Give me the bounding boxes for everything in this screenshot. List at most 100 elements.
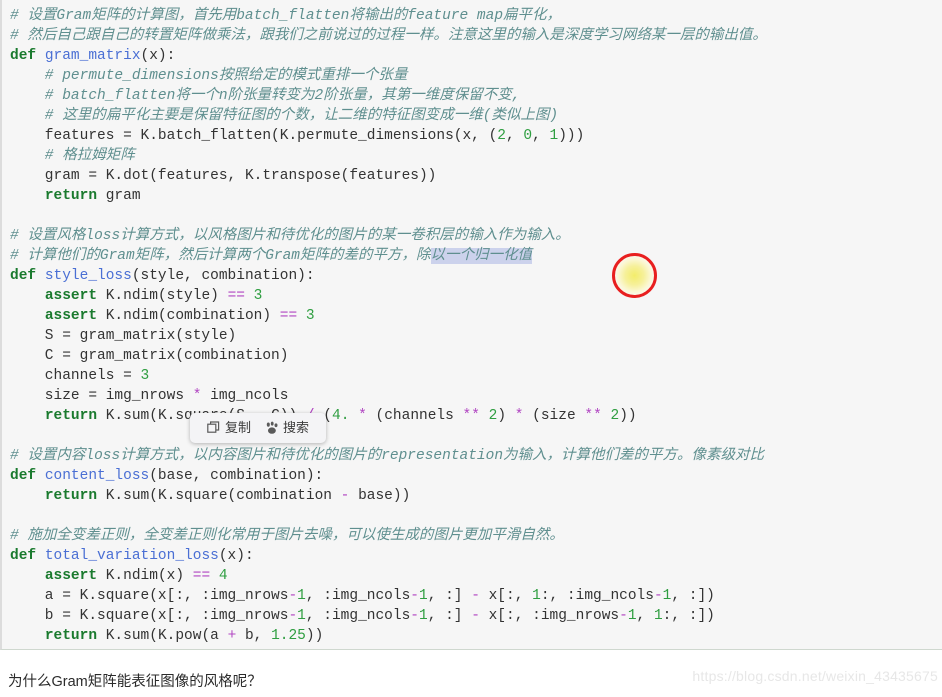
code-line: S = gram_matrix(style) bbox=[10, 326, 942, 346]
code-token: gram = K.dot(features, K.transpose(featu… bbox=[10, 168, 437, 184]
click-marker-annotation bbox=[612, 253, 657, 298]
code-line: def gram_matrix(x): bbox=[10, 46, 942, 66]
code-token: # batch_flatten将一个n阶张量转变为2阶张量，其第一维度保留不变, bbox=[10, 88, 521, 104]
code-token: 1 bbox=[653, 608, 663, 624]
code-token: (x): bbox=[218, 548, 254, 564]
code-line: assert K.ndim(style) == 3 bbox=[10, 286, 942, 306]
code-token: a = K.square(x[:, :img_nrows bbox=[10, 588, 289, 604]
context-menu-search-label: 搜索 bbox=[283, 420, 310, 435]
code-line: a = K.square(x[:, :img_nrows-1, :img_nco… bbox=[10, 586, 942, 606]
code-token: 1 bbox=[532, 588, 541, 604]
code-token: == bbox=[227, 288, 245, 304]
code-token: 3 bbox=[140, 368, 150, 384]
code-token: 1 bbox=[297, 608, 306, 624]
code-token: :, :img_ncols bbox=[540, 588, 654, 604]
code-token: return bbox=[44, 628, 98, 644]
code-token: # 然后自己跟自己的转置矩阵做乘法，跟我们之前说过的过程一样。注意这里的输入是深… bbox=[10, 28, 767, 44]
code-token: K.sum(K.square(combination bbox=[97, 488, 341, 504]
code-token: # 计算他们的Gram矩阵，然后计算两个Gram矩阵的差的平方，除 bbox=[10, 248, 431, 264]
code-token: K.ndim(style) bbox=[97, 288, 228, 304]
code-token: - bbox=[288, 608, 298, 624]
code-token: base)) bbox=[349, 488, 411, 504]
code-token: 1 bbox=[627, 608, 637, 624]
code-token: # 这里的扁平化主要是保留特征图的个数，让二维的特征图变成一维(类似上图) bbox=[10, 108, 559, 124]
code-token: 1 bbox=[549, 128, 559, 144]
code-token: 以一个归一化值 bbox=[430, 248, 533, 264]
code-token: def bbox=[10, 48, 45, 64]
code-line: return gram bbox=[10, 186, 942, 206]
code-token: 4. bbox=[332, 408, 350, 424]
code-line: def total_variation_loss(x): bbox=[10, 546, 942, 566]
code-token: ** bbox=[462, 408, 480, 424]
code-token: size = img_nrows bbox=[10, 388, 193, 404]
code-token: :, :]) bbox=[662, 608, 715, 624]
code-token: b, bbox=[236, 628, 272, 644]
code-token: 4 bbox=[218, 568, 228, 584]
footer-question-text: 为什么Gram矩阵能表征图像的风格呢？ bbox=[8, 674, 262, 690]
code-token: )) bbox=[619, 408, 637, 424]
code-line: # 这里的扁平化主要是保留特征图的个数，让二维的特征图变成一维(类似上图) bbox=[10, 106, 942, 126]
code-token: gram bbox=[97, 188, 141, 204]
code-line: C = gram_matrix(combination) bbox=[10, 346, 942, 366]
code-token: 3 bbox=[305, 308, 315, 324]
code-token: , bbox=[636, 608, 654, 624]
code-token: 1 bbox=[418, 608, 428, 624]
code-token: # 设置风格loss计算方式，以风格图片和待优化的图片的某一卷积层的输入作为输入… bbox=[10, 228, 570, 244]
code-token: def bbox=[10, 268, 45, 284]
code-token: style_loss bbox=[44, 268, 132, 284]
code-line: assert K.ndim(x) == 4 bbox=[10, 566, 942, 586]
code-token: * bbox=[358, 408, 367, 424]
code-token: K.sum(K.pow(a bbox=[97, 628, 228, 644]
code-token: - bbox=[410, 588, 419, 604]
code-token: 0 bbox=[523, 128, 533, 144]
copy-icon bbox=[207, 421, 221, 435]
code-token: (x): bbox=[140, 48, 176, 64]
code-token: + bbox=[227, 628, 237, 644]
code-token: total_variation_loss bbox=[44, 548, 219, 564]
code-token: == bbox=[192, 568, 211, 584]
code-line: return K.sum(K.pow(a + b, 1.25)) bbox=[10, 626, 942, 646]
code-token: - bbox=[288, 588, 298, 604]
code-token: # 设置内容loss计算方式，以内容图片和待优化的图片的representati… bbox=[10, 448, 765, 464]
selection-context-menu[interactable]: 复制 搜索 bbox=[190, 413, 327, 443]
code-token: ))) bbox=[558, 128, 585, 144]
code-line: # 计算他们的Gram矩阵，然后计算两个Gram矩阵的差的平方，除以一个归一化值 bbox=[10, 246, 942, 266]
code-lines-container[interactable]: # 设置Gram矩阵的计算图，首先用batch_flatten将输出的featu… bbox=[2, 0, 942, 646]
code-token: content_loss bbox=[44, 468, 150, 484]
code-token: ) bbox=[497, 408, 515, 424]
code-line: return K.sum(K.square(combination - base… bbox=[10, 486, 942, 506]
code-token: == bbox=[279, 308, 298, 324]
code-token: 1 bbox=[297, 588, 306, 604]
code-token: def bbox=[10, 468, 45, 484]
search-paw-icon bbox=[265, 421, 279, 435]
code-token: # 施加全变差正则，全变差正则化常用于图片去噪，可以使生成的图片更加平滑自然。 bbox=[10, 528, 564, 544]
code-token: features = K.batch_flatten(K.permute_dim… bbox=[10, 128, 498, 144]
code-block: # 设置Gram矩阵的计算图，首先用batch_flatten将输出的featu… bbox=[0, 0, 942, 650]
code-token: x[:, :img_nrows bbox=[479, 608, 620, 624]
code-token: )) bbox=[305, 628, 324, 644]
code-line: # 然后自己跟自己的转置矩阵做乘法，跟我们之前说过的过程一样。注意这里的输入是深… bbox=[10, 26, 942, 46]
context-menu-item-search[interactable]: 搜索 bbox=[258, 413, 316, 443]
context-menu-item-copy[interactable]: 复制 bbox=[200, 413, 258, 443]
code-token: 1.25 bbox=[271, 628, 306, 644]
code-line: b = K.square(x[:, :img_nrows-1, :img_nco… bbox=[10, 606, 942, 626]
code-line: # 设置风格loss计算方式，以风格图片和待优化的图片的某一卷积层的输入作为输入… bbox=[10, 226, 942, 246]
code-token: S = gram_matrix(style) bbox=[10, 328, 237, 344]
code-token: # 格拉姆矩阵 bbox=[10, 148, 135, 164]
code-line: def content_loss(base, combination): bbox=[10, 466, 942, 486]
code-line: # batch_flatten将一个n阶张量转变为2阶张量，其第一维度保留不变, bbox=[10, 86, 942, 106]
code-token: # 设置Gram矩阵的计算图，首先用batch_flatten将输出的featu… bbox=[10, 8, 562, 24]
code-token: 3 bbox=[253, 288, 263, 304]
code-token: (style, combination): bbox=[131, 268, 315, 284]
code-token: return bbox=[44, 488, 98, 504]
code-line: # 设置Gram矩阵的计算图，首先用batch_flatten将输出的featu… bbox=[10, 6, 942, 26]
